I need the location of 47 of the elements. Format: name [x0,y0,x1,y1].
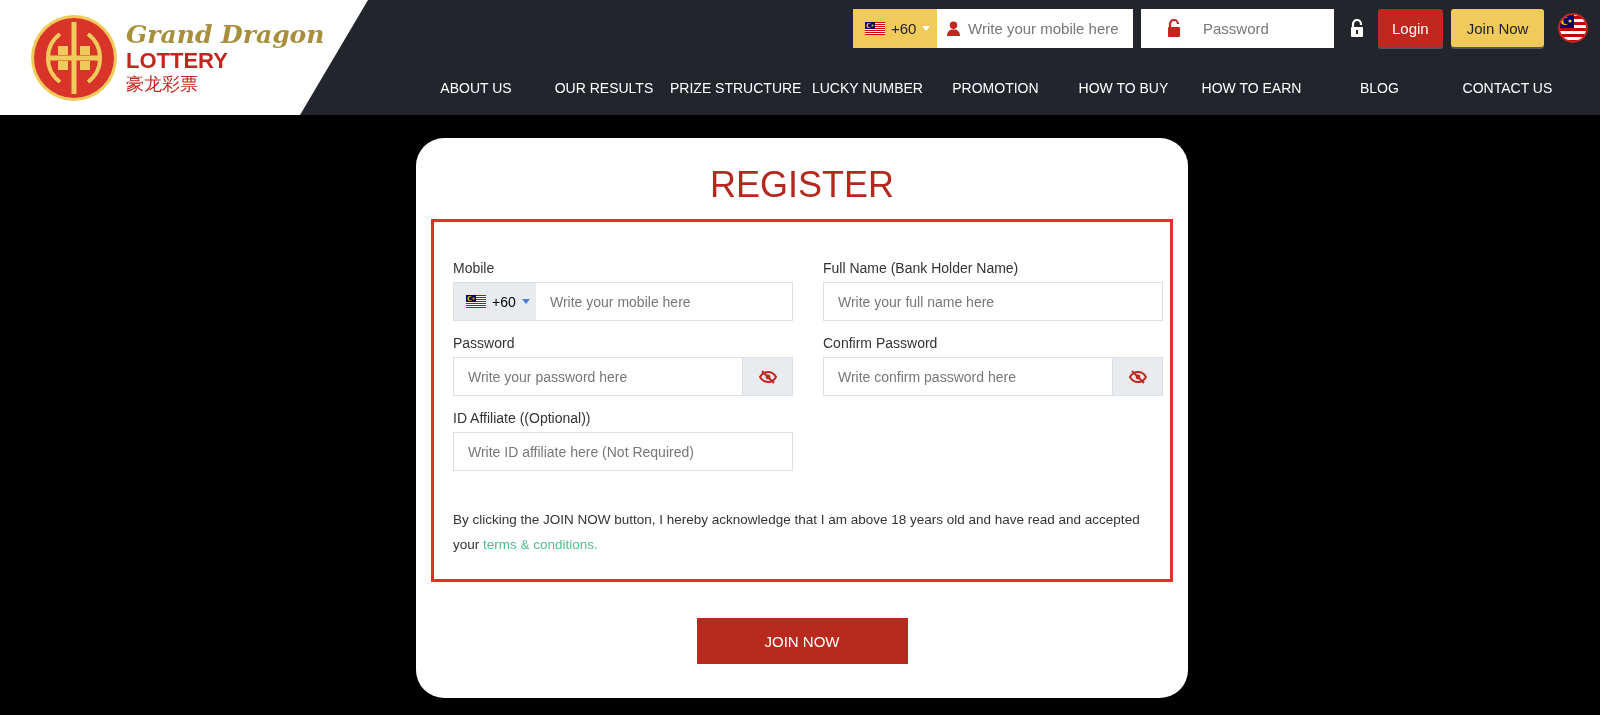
field-label: Full Name (Bank Holder Name) [823,260,1020,276]
login-button[interactable]: Login [1378,9,1443,47]
password-input[interactable]: Write your password here [454,358,742,395]
caret-icon [922,25,931,31]
flag-icon [466,295,486,308]
nav-link[interactable]: PROMOTION [931,80,1060,96]
logo-subtitle: LOTTERY [126,48,228,73]
mobile-field[interactable]: +60 Write your mobile here [453,282,793,321]
nav-link[interactable]: OUR RESULTS [540,80,668,96]
join-now-button[interactable]: JOIN NOW [696,618,908,664]
nav-link[interactable]: CONTACT US [1443,80,1572,96]
nav-link[interactable]: BLOG [1315,80,1444,96]
lock-icon [1167,19,1181,37]
field-label: Confirm Password [823,335,939,351]
flag-icon [1558,13,1589,43]
nav-link[interactable]: HOW TO BUY [1059,80,1188,96]
field-label: Mobile [453,260,496,276]
logo-title: Grand Dragon [126,20,325,49]
eye-slash-icon [758,369,777,384]
password-field[interactable]: Write your password here [453,357,793,396]
join-button[interactable]: Join Now [1450,9,1545,47]
country-code-select[interactable]: +60 [454,283,536,320]
text-field[interactable]: Write ID affiliate here (Not Required) [454,433,792,470]
caret-icon [521,299,530,304]
nav-link[interactable]: HOW TO EARN [1187,80,1316,96]
show-password-button[interactable] [742,358,792,395]
password-input[interactable]: Write confirm password here [824,358,1112,395]
show-password-button[interactable] [1112,358,1162,395]
terms-notice: By clicking the JOIN NOW button, I hereby acknowledge that I am above 18 years old and have read and accepted your terms & conditions. [453,511,1141,554]
country-code-select[interactable]: +60 [853,8,937,48]
field-label: ID Affiliate ((Optional)) [453,410,592,426]
flag-icon [865,21,885,35]
unlock-icon [1350,19,1364,37]
mobile-field[interactable]: Write your mobile here [937,8,1133,48]
mobile-input[interactable]: Write your mobile here [536,283,792,320]
logo-chinese: 豪龙彩票 [126,72,199,95]
register-title: REGISTER [710,164,894,206]
nav-link[interactable]: ABOUT US [412,80,540,96]
nav-link[interactable]: LUCKY NUMBER [803,80,932,96]
emblem-icon [30,13,118,102]
eye-slash-icon [1128,369,1147,384]
text-field[interactable]: Write your full name here [824,283,1162,320]
field-label: Password [453,335,516,351]
user-icon [947,20,960,36]
password-field[interactable]: Write confirm password here [823,357,1163,396]
password-field[interactable]: Password [1141,8,1334,48]
nav-link[interactable]: PRIZE STRUCTURE [668,80,804,96]
